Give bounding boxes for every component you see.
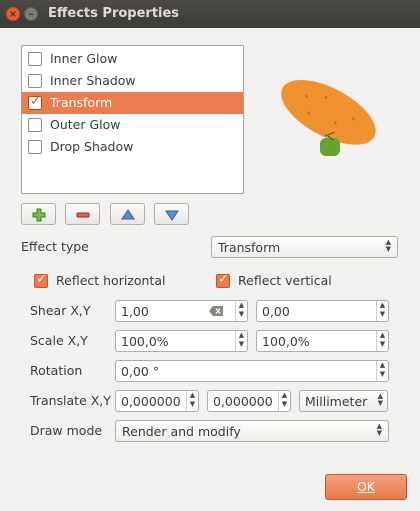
scale-x-input[interactable]: 100,0% ▲ ▼ xyxy=(115,330,248,352)
list-item-label: Inner Glow xyxy=(50,51,118,66)
list-item-label: Transform xyxy=(50,95,113,110)
rotation-label: Rotation xyxy=(30,363,83,378)
window-title: Effects Properties xyxy=(48,6,180,21)
updown-arrows-icon: ▲ ▼ xyxy=(377,392,383,407)
translate-label: Translate X,Y xyxy=(30,393,111,408)
reflect-vertical-label: Reflect vertical xyxy=(238,273,332,288)
updown-arrows-icon: ▲ ▼ xyxy=(376,422,382,437)
rotation-stepper[interactable]: ▲ ▼ xyxy=(376,361,388,381)
reflect-vertical-checkbox[interactable]: ✓ xyxy=(216,272,230,288)
list-item-label: Outer Glow xyxy=(50,117,121,132)
effect-type-label: Effect type xyxy=(21,239,89,254)
rotation-input[interactable]: 0,00 ° ▲ ▼ xyxy=(115,360,389,382)
inner-shadow-checkbox[interactable] xyxy=(28,74,42,88)
shear-x-input[interactable]: 1,00 ▲ ▼ xyxy=(115,300,248,322)
effect-preview-image xyxy=(281,80,376,156)
translate-y-value: 0,000000 xyxy=(213,394,273,409)
rotation-value: 0,00 ° xyxy=(121,364,160,379)
drop-shadow-checkbox[interactable] xyxy=(28,140,42,154)
checkmark-icon: ✓ xyxy=(218,272,229,287)
effects-properties-dialog: × – Effects Properties Inner Glow Inner … xyxy=(0,0,420,511)
inner-glow-checkbox[interactable] xyxy=(28,52,42,66)
translate-x-input[interactable]: 0,000000 ▲ ▼ xyxy=(115,390,199,412)
ok-button[interactable]: OK xyxy=(325,474,407,500)
remove-effect-button[interactable] xyxy=(65,203,100,225)
add-effect-button[interactable] xyxy=(21,203,56,225)
effects-list[interactable]: Inner Glow Inner Shadow ✓ Transform Oute… xyxy=(21,45,244,194)
outer-glow-checkbox[interactable] xyxy=(28,118,42,132)
shear-y-value: 0,00 xyxy=(262,304,290,319)
transform-checkbox[interactable]: ✓ xyxy=(28,94,42,110)
scale-y-input[interactable]: 100,0% ▲ ▼ xyxy=(256,330,389,352)
scale-y-value: 100,0% xyxy=(262,334,310,349)
scale-x-stepper[interactable]: ▲ ▼ xyxy=(235,331,247,351)
effect-type-select[interactable]: Transform ▲ ▼ xyxy=(211,236,398,258)
list-item-label: Inner Shadow xyxy=(50,73,136,88)
list-item-outer-glow[interactable]: Outer Glow xyxy=(22,114,243,136)
minimize-button[interactable]: – xyxy=(24,7,38,21)
move-up-button[interactable] xyxy=(110,203,145,225)
draw-mode-label: Draw mode xyxy=(30,423,103,438)
shear-x-value: 1,00 xyxy=(121,304,149,319)
draw-mode-select[interactable]: Render and modify ▲ ▼ xyxy=(115,420,389,442)
translate-x-value: 0,000000 xyxy=(121,394,181,409)
list-item-label: Drop Shadow xyxy=(50,139,134,154)
scale-label: Scale X,Y xyxy=(30,333,88,348)
plus-icon xyxy=(32,208,46,222)
list-item-drop-shadow[interactable]: Drop Shadow xyxy=(22,136,243,158)
reflect-horizontal-checkbox[interactable]: ✓ xyxy=(34,272,48,288)
translate-unit-select[interactable]: Millimeter ▲ ▼ xyxy=(299,390,388,412)
clear-text-icon[interactable] xyxy=(209,306,223,316)
arrow-up-icon xyxy=(121,209,135,220)
updown-arrows-icon: ▲ ▼ xyxy=(385,238,391,253)
scale-x-value: 100,0% xyxy=(121,334,169,349)
draw-mode-value: Render and modify xyxy=(122,424,241,439)
list-item-inner-glow[interactable]: Inner Glow xyxy=(22,48,243,70)
translate-x-stepper[interactable]: ▲ ▼ xyxy=(186,391,198,411)
shear-label: Shear X,Y xyxy=(30,303,91,318)
effect-type-value: Transform xyxy=(218,240,281,255)
scale-y-stepper[interactable]: ▲ ▼ xyxy=(376,331,388,351)
checkmark-icon: ✓ xyxy=(36,272,47,287)
title-bar: × – Effects Properties xyxy=(0,0,420,28)
list-item-transform[interactable]: ✓ Transform xyxy=(22,92,243,114)
translate-unit-value: Millimeter xyxy=(305,394,368,409)
move-down-button[interactable] xyxy=(154,203,189,225)
list-item-inner-shadow[interactable]: Inner Shadow xyxy=(22,70,243,92)
arrow-down-icon xyxy=(165,210,179,221)
close-button[interactable]: × xyxy=(6,7,20,21)
translate-y-input[interactable]: 0,000000 ▲ ▼ xyxy=(207,390,291,412)
ok-button-label: OK xyxy=(356,479,376,494)
minus-icon xyxy=(76,212,90,218)
translate-y-stepper[interactable]: ▲ ▼ xyxy=(278,391,290,411)
shear-y-input[interactable]: 0,00 ▲ ▼ xyxy=(256,300,389,322)
shear-y-stepper[interactable]: ▲ ▼ xyxy=(376,301,388,321)
shear-x-stepper[interactable]: ▲ ▼ xyxy=(235,301,247,321)
checkmark-icon: ✓ xyxy=(30,94,41,109)
reflect-horizontal-label: Reflect horizontal xyxy=(56,273,166,288)
